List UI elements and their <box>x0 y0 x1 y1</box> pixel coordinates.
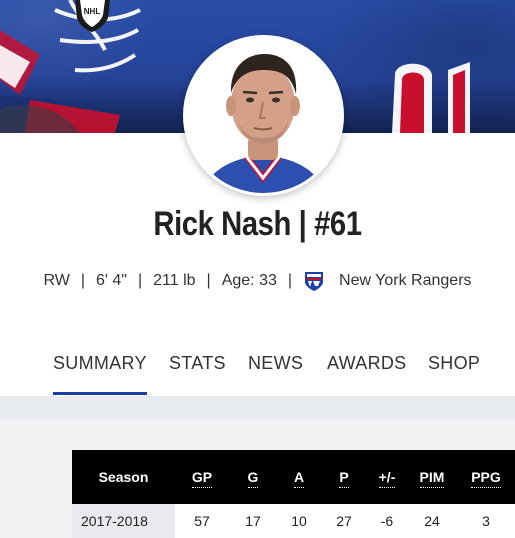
player-avatar <box>183 35 344 196</box>
tab-summary[interactable]: SUMMARY <box>53 353 147 395</box>
info-separator: | <box>287 272 293 289</box>
stats-header-row: Season GP G A P +/- PIM PPG <box>72 450 515 504</box>
info-separator: | <box>206 272 211 289</box>
cell-plus-minus: -6 <box>367 504 407 538</box>
svg-text:NHL: NHL <box>84 7 101 16</box>
nhl-shield-icon: NHL <box>75 0 110 32</box>
player-info-row: RW | 6' 4" | 211 lb | Age: 33 | New York… <box>0 269 515 293</box>
cell-gp: 57 <box>175 504 229 538</box>
info-separator: | <box>137 272 143 289</box>
player-age: Age: 33 <box>221 272 277 289</box>
player-tabs: SUMMARY STATS NEWS AWARDS SHOP <box>0 344 515 397</box>
jersey-number-art <box>392 62 470 133</box>
header-pim[interactable]: PIM <box>407 450 457 504</box>
tab-stats[interactable]: STATS <box>169 353 226 374</box>
tab-awards[interactable]: AWARDS <box>327 353 406 374</box>
header-ppg[interactable]: PPG <box>457 450 515 504</box>
player-position: RW <box>43 272 70 289</box>
table-row: 2017-2018 57 17 10 27 -6 24 3 <box>72 504 515 538</box>
tab-shop[interactable]: SHOP <box>428 353 480 374</box>
cell-ppg: 3 <box>457 504 515 538</box>
stats-table: Season GP G A P +/- PIM PPG 2017-2018 57… <box>72 450 515 538</box>
tabs-divider-band <box>0 396 515 420</box>
header-gp[interactable]: GP <box>175 450 229 504</box>
info-separator: | <box>80 272 85 289</box>
header-g[interactable]: G <box>229 450 277 504</box>
cell-g: 17 <box>229 504 277 538</box>
header-plus-minus[interactable]: +/- <box>367 450 407 504</box>
cell-season: 2017-2018 <box>72 504 175 538</box>
player-height: 6' 4" <box>96 272 127 289</box>
tab-news[interactable]: NEWS <box>248 353 303 374</box>
new-york-rangers-logo-icon[interactable] <box>303 270 325 292</box>
header-season[interactable]: Season <box>72 450 175 504</box>
cell-pim: 24 <box>407 504 457 538</box>
player-team[interactable]: New York Rangers <box>339 272 472 290</box>
cell-p: 27 <box>321 504 367 538</box>
player-name: Rick Nash | #61 <box>153 205 362 243</box>
player-headshot-icon <box>186 38 341 193</box>
header-a[interactable]: A <box>277 450 321 504</box>
cell-a: 10 <box>277 504 321 538</box>
player-weight: 211 lb <box>153 272 196 289</box>
header-p[interactable]: P <box>321 450 367 504</box>
